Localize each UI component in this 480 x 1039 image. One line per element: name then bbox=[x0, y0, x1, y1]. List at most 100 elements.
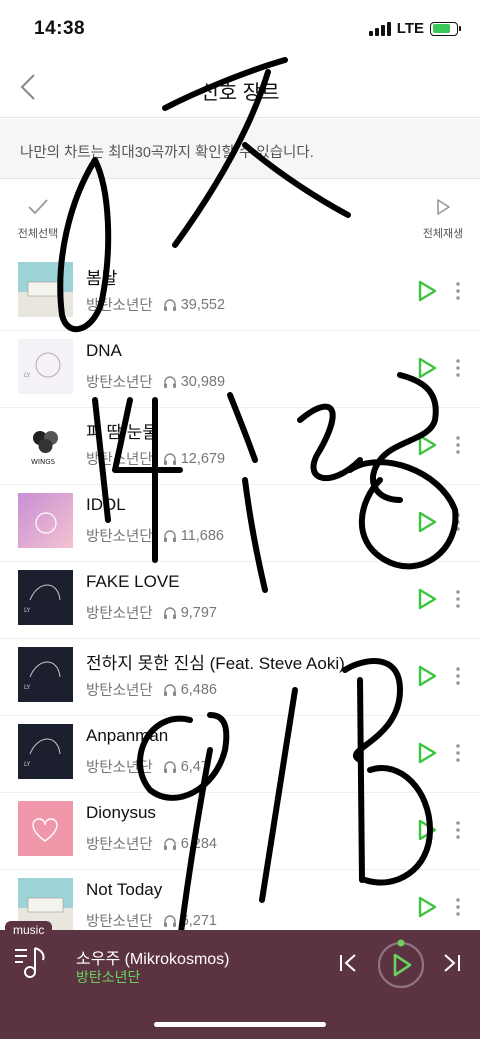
song-artist: 방탄소년단 bbox=[86, 529, 153, 545]
song-artist: 방탄소년단 bbox=[86, 375, 153, 391]
home-indicator bbox=[154, 1022, 326, 1027]
description-banner: 나만의 차트는 최대30곡까지 확인할 수 있습니다. bbox=[0, 119, 480, 179]
play-count: 11,686 bbox=[180, 527, 224, 544]
play-count: 9,797 bbox=[180, 604, 217, 621]
headphone-icon bbox=[163, 606, 176, 619]
play-icon[interactable] bbox=[416, 895, 438, 919]
more-options-icon[interactable] bbox=[454, 512, 462, 532]
more-options-icon[interactable] bbox=[454, 666, 462, 686]
song-title: Anpanman bbox=[86, 726, 169, 745]
song-meta: 방탄소년단 9,797 bbox=[86, 602, 217, 623]
song-list: 봄날 방탄소년단 39,552 LY DNA 방탄소년단 30,989 WING… bbox=[0, 254, 480, 947]
check-icon bbox=[28, 199, 48, 215]
song-row[interactable]: LY 전하지 못한 진심 (Feat. Steve Aoki) 방탄소년단 6,… bbox=[0, 639, 480, 716]
album-art bbox=[18, 801, 73, 856]
play-icon[interactable] bbox=[416, 510, 438, 534]
more-options-icon[interactable] bbox=[454, 358, 462, 378]
play-all-button[interactable]: 전체재생 bbox=[418, 198, 468, 241]
status-bar: 14:38 LTE bbox=[0, 0, 480, 56]
page-title: 선호 장르 bbox=[200, 82, 280, 104]
play-count: 6,47 bbox=[180, 758, 209, 775]
play-count: 6,284 bbox=[180, 835, 217, 852]
select-all-button[interactable]: 전체선택 bbox=[14, 198, 62, 241]
play-icon[interactable] bbox=[416, 664, 438, 688]
play-icon[interactable] bbox=[416, 818, 438, 842]
svg-text:WINGS: WINGS bbox=[31, 458, 56, 466]
song-row[interactable]: LY DNA 방탄소년단 30,989 bbox=[0, 331, 480, 408]
song-artist: 방탄소년단 bbox=[86, 452, 153, 468]
song-title: 피 땀 눈물 bbox=[86, 423, 159, 442]
music-tab[interactable]: music bbox=[5, 921, 53, 939]
song-meta: 방탄소년단 6,284 bbox=[86, 833, 217, 854]
header: 선호 장르 bbox=[0, 56, 480, 118]
song-row[interactable]: IDOL 방탄소년단 11,686 bbox=[0, 485, 480, 562]
headphone-icon bbox=[163, 529, 176, 542]
song-title: 전하지 못한 진심 (Feat. Steve Aoki) bbox=[86, 654, 345, 673]
play-icon[interactable] bbox=[416, 433, 438, 457]
now-playing-artist: 방탄소년단 bbox=[76, 969, 141, 985]
song-row[interactable]: LY FAKE LOVE 방탄소년단 9,797 bbox=[0, 562, 480, 639]
play-icon[interactable] bbox=[416, 356, 438, 380]
play-outline-icon bbox=[437, 199, 450, 215]
song-row[interactable]: WINGS 피 땀 눈물 방탄소년단 12,679 bbox=[0, 408, 480, 485]
more-options-icon[interactable] bbox=[454, 820, 462, 840]
song-row[interactable]: 봄날 방탄소년단 39,552 bbox=[0, 254, 480, 331]
song-title: Dionysus bbox=[86, 803, 156, 822]
more-options-icon[interactable] bbox=[454, 589, 462, 609]
song-artist: 방탄소년단 bbox=[86, 683, 153, 699]
headphone-icon bbox=[163, 298, 176, 311]
signal-icon bbox=[368, 21, 391, 36]
album-art: LY bbox=[18, 724, 73, 779]
svg-text:LY: LY bbox=[24, 607, 31, 614]
album-art bbox=[18, 493, 73, 548]
more-options-icon[interactable] bbox=[454, 743, 462, 763]
play-button[interactable] bbox=[376, 938, 426, 988]
song-title: Not Today bbox=[86, 880, 163, 899]
more-options-icon[interactable] bbox=[454, 281, 462, 301]
play-icon[interactable] bbox=[416, 279, 438, 303]
headphone-icon bbox=[163, 914, 176, 927]
song-row[interactable]: Dionysus 방탄소년단 6,284 bbox=[0, 793, 480, 870]
song-meta: 방탄소년단 6,271 bbox=[86, 910, 217, 931]
headphone-icon bbox=[163, 452, 176, 465]
more-options-icon[interactable] bbox=[454, 435, 462, 455]
next-track-icon[interactable] bbox=[440, 952, 462, 974]
play-icon[interactable] bbox=[416, 741, 438, 765]
status-time: 14:38 bbox=[34, 18, 86, 39]
playlist-icon[interactable] bbox=[13, 944, 49, 980]
song-row[interactable]: LY Anpanman 방탄소년단 6,47 bbox=[0, 716, 480, 793]
song-artist: 방탄소년단 bbox=[86, 914, 153, 930]
play-count: 6,486 bbox=[180, 681, 217, 698]
play-all-label: 전체재생 bbox=[422, 228, 464, 240]
headphone-icon bbox=[163, 375, 176, 388]
svg-text:LY: LY bbox=[24, 372, 31, 379]
svg-text:LY: LY bbox=[24, 684, 31, 691]
headphone-icon bbox=[163, 760, 176, 773]
song-meta: 방탄소년단 12,679 bbox=[86, 448, 225, 469]
play-icon[interactable] bbox=[416, 587, 438, 611]
song-title: DNA bbox=[86, 341, 122, 360]
status-indicators: LTE bbox=[368, 20, 461, 37]
play-count: 30,989 bbox=[180, 373, 226, 390]
song-meta: 방탄소년단 11,686 bbox=[86, 525, 224, 546]
song-artist: 방탄소년단 bbox=[86, 606, 153, 622]
mini-player[interactable]: music 소우주 (Mikrokosmos) 방탄소년단 bbox=[0, 921, 480, 1039]
previous-track-icon[interactable] bbox=[338, 952, 360, 974]
network-label: LTE bbox=[396, 20, 424, 37]
song-artist: 방탄소년단 bbox=[86, 837, 153, 853]
album-art: LY bbox=[18, 339, 73, 394]
description-text: 나만의 차트는 최대30곡까지 확인할 수 있습니다. bbox=[20, 145, 314, 161]
song-meta: 방탄소년단 30,989 bbox=[86, 371, 225, 392]
play-count: 6,271 bbox=[180, 912, 217, 929]
play-count: 39,552 bbox=[180, 296, 226, 313]
song-artist: 방탄소년단 bbox=[86, 298, 153, 314]
song-meta: 방탄소년단 6,47 bbox=[86, 756, 209, 777]
song-title: IDOL bbox=[86, 495, 126, 514]
headphone-icon bbox=[163, 683, 176, 696]
album-art: LY bbox=[18, 647, 73, 702]
song-title: FAKE LOVE bbox=[86, 572, 180, 591]
headphone-icon bbox=[163, 837, 176, 850]
song-meta: 방탄소년단 39,552 bbox=[86, 294, 225, 315]
more-options-icon[interactable] bbox=[454, 897, 462, 917]
song-title: 봄날 bbox=[86, 269, 118, 288]
